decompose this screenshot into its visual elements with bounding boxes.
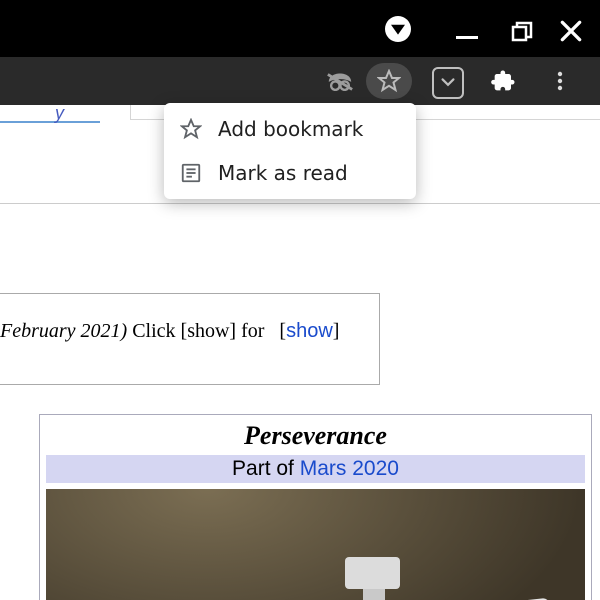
- browser-toolbar: [0, 57, 600, 105]
- infobox-title: Perseverance: [40, 415, 591, 455]
- close-icon[interactable]: [558, 18, 584, 44]
- account-badge[interactable]: [385, 16, 411, 42]
- infobox-partof-prefix: Part of: [232, 457, 300, 480]
- wiki-active-tab-underline: y: [0, 105, 100, 123]
- minimize-icon[interactable]: [456, 36, 478, 39]
- infobox-partof-link[interactable]: Mars 2020: [300, 457, 399, 480]
- menu-item-label: Add bookmark: [218, 117, 363, 141]
- infobox: Perseverance Part of Mars 2020: [39, 414, 592, 600]
- pocket-icon[interactable]: [432, 67, 464, 99]
- wiki-tab-text-fragment: y: [55, 103, 60, 124]
- horizontal-rule: [0, 203, 600, 204]
- notice-text: Click [show] for: [127, 320, 269, 342]
- overflow-menu-icon[interactable]: [546, 67, 574, 95]
- star-outline-icon: [180, 118, 210, 140]
- window-titlebar: [0, 0, 600, 57]
- menu-item-label: Mark as read: [218, 161, 348, 185]
- extensions-icon[interactable]: [490, 67, 518, 95]
- menu-item-add-bookmark[interactable]: Add bookmark: [164, 107, 416, 151]
- maintenance-notice-box: February 2021) Click [show] for [show]: [0, 293, 380, 385]
- menu-item-mark-as-read[interactable]: Mark as read: [164, 151, 416, 195]
- infobox-image[interactable]: [46, 489, 585, 600]
- reader-mode-icon: [180, 162, 210, 184]
- notice-date: February 2021): [0, 320, 127, 342]
- infobox-partof: Part of Mars 2020: [46, 455, 585, 483]
- show-toggle[interactable]: [show]: [279, 320, 339, 342]
- bookmark-dropdown-menu: Add bookmark Mark as read: [164, 103, 416, 199]
- bookmark-star-button[interactable]: [366, 63, 412, 99]
- restore-icon[interactable]: [510, 20, 534, 44]
- incognito-icon[interactable]: [326, 67, 354, 95]
